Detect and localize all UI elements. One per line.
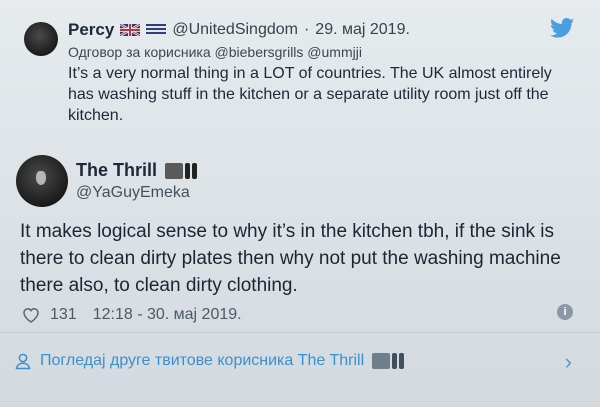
- uk-flag-icon: [120, 24, 141, 36]
- striped-flag-icon: [146, 24, 167, 36]
- reply-author-name[interactable]: Percy: [68, 20, 114, 40]
- info-icon[interactable]: i: [557, 304, 573, 320]
- more-tweets-link[interactable]: Погледај друге твитове корисника The Thr…: [14, 347, 584, 375]
- reply-author-handle[interactable]: @UnitedSingdom: [172, 21, 298, 39]
- main-author-name[interactable]: The Thrill: [76, 160, 157, 181]
- reply-separator: ·: [303, 21, 310, 38]
- main-tweet-author: The Thrill @YaGuyEmeka: [76, 160, 197, 202]
- footer-divider: [0, 332, 600, 333]
- replying-to-line: Одговор за корисника @biebersgrills @umm…: [68, 44, 362, 60]
- main-tweet-text: It makes logical sense to why it’s in th…: [20, 221, 561, 296]
- reply-tweet: Percy @UnitedSingdom · 29. мај 2019. Одг…: [68, 20, 568, 126]
- person-icon: [15, 353, 31, 370]
- reply-tweet-text: It’s a very normal thing in a LOT of cou…: [68, 65, 552, 124]
- percy-avatar[interactable]: [24, 22, 58, 56]
- reply-header: Percy @UnitedSingdom · 29. мај 2019.: [68, 20, 568, 40]
- reply-date[interactable]: 29. мај 2019.: [315, 21, 410, 39]
- chevron-right-icon[interactable]: ›: [565, 349, 572, 375]
- castle-emoji-icon: [165, 162, 197, 179]
- tweet-embed-screen: Percy @UnitedSingdom · 29. мај 2019. Одг…: [0, 0, 600, 407]
- heart-icon[interactable]: [22, 307, 40, 323]
- castle-emoji-icon-footer: [372, 353, 405, 369]
- tweet-timestamp[interactable]: 12:18 - 30. мај 2019.: [93, 306, 242, 324]
- main-author-handle[interactable]: @YaGuyEmeka: [76, 184, 197, 202]
- more-tweets-label: Погледај друге твитове корисника The Thr…: [40, 352, 365, 369]
- the-thrill-avatar[interactable]: [16, 155, 68, 207]
- tweet-meta: 131 12:18 - 30. мај 2019.: [22, 306, 242, 324]
- like-count: 131: [50, 306, 77, 323]
